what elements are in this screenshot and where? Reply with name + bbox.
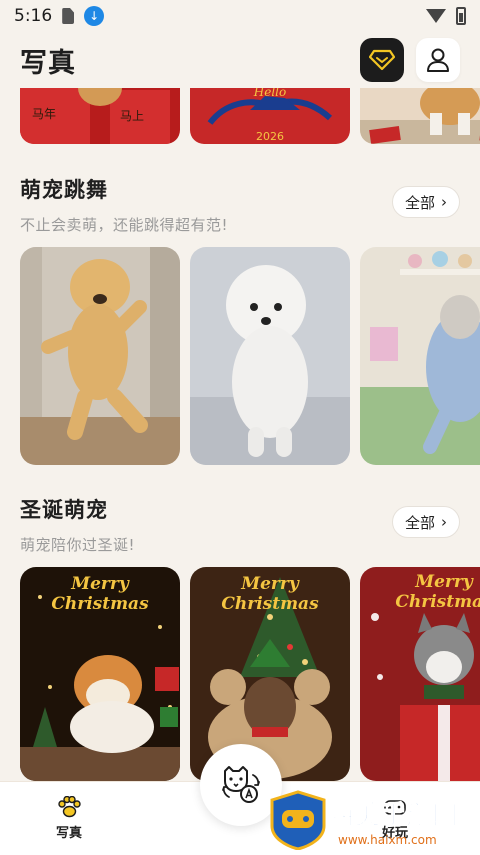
status-time: 5:16	[14, 6, 53, 26]
dancing-pets-cards	[20, 247, 480, 465]
golden-retriever-dance-card[interactable]	[20, 247, 180, 465]
battery-icon	[456, 7, 466, 25]
chevron-right-icon: ›	[441, 193, 447, 211]
wifi-icon	[426, 9, 446, 23]
status-bar: 5:16 ↓	[0, 0, 480, 32]
section-dancing-pets: 萌宠跳舞 不止会卖萌，还能跳得超有范! 全部 ›	[20, 174, 460, 235]
header-actions	[360, 38, 460, 82]
page-title: 写真	[20, 47, 76, 79]
download-icon: ↓	[84, 6, 105, 26]
horse-year-card[interactable]: Hello 2026	[190, 88, 350, 144]
view-all-label: 全部	[404, 193, 435, 212]
tab-portrait-label: 写真	[56, 826, 83, 841]
svg-text:马上: 马上	[120, 109, 144, 123]
new-year-dog-card[interactable]: 马年 马上	[20, 88, 180, 144]
view-all-label: 全部	[404, 513, 435, 532]
husky-dance-card[interactable]	[360, 247, 480, 465]
sim-card-icon	[62, 8, 75, 24]
paw-icon	[58, 796, 81, 818]
header: 写真	[0, 32, 480, 88]
profile-button[interactable]	[416, 38, 460, 82]
previous-section-cards: 马年 马上 Hello 2026	[20, 88, 480, 144]
status-icons	[426, 7, 466, 25]
vip-button[interactable]	[360, 38, 404, 82]
section-christmas-pets: 圣诞萌宠 萌宠陪你过圣诞! 全部 ›	[20, 494, 460, 555]
christmas-text: Christmas	[221, 594, 319, 614]
merry-text: Merry	[414, 572, 474, 592]
view-all-button[interactable]: 全部 ›	[391, 186, 460, 218]
diamond-icon	[369, 49, 395, 71]
husky-christmas-card[interactable]: Merry Christmas	[360, 567, 480, 781]
pet-ai-icon	[222, 766, 260, 803]
merry-text: Merry	[240, 574, 300, 594]
watermark-text: 西美手游网	[328, 800, 458, 831]
view-all-button[interactable]: 全部 ›	[391, 506, 460, 538]
user-icon	[427, 48, 449, 72]
shiba-christmas-card[interactable]: Merry Christmas	[20, 567, 180, 781]
tab-portrait[interactable]: 写真	[56, 796, 82, 841]
section-subtitle: 不止会卖萌，还能跳得超有范!	[20, 216, 229, 234]
card-hello-text: Hello	[253, 88, 286, 99]
siamese-cat-christmas-card[interactable]: Merry Christmas	[190, 567, 350, 781]
white-poodle-dance-card[interactable]	[190, 247, 350, 465]
card-year-text: 2026	[256, 130, 284, 143]
christmas-text: Christmas	[51, 594, 149, 614]
chevron-right-icon: ›	[441, 513, 447, 531]
red-envelope-dog-card[interactable]	[360, 88, 480, 144]
christmas-text: Christmas	[395, 592, 480, 612]
svg-text:马年: 马年	[32, 107, 56, 121]
watermark: 西美手游网 www.haixm.com	[268, 790, 480, 851]
watermark-url: www.haixm.com	[338, 833, 437, 847]
section-subtitle: 萌宠陪你过圣诞!	[20, 536, 136, 554]
merry-text: Merry	[70, 574, 130, 594]
